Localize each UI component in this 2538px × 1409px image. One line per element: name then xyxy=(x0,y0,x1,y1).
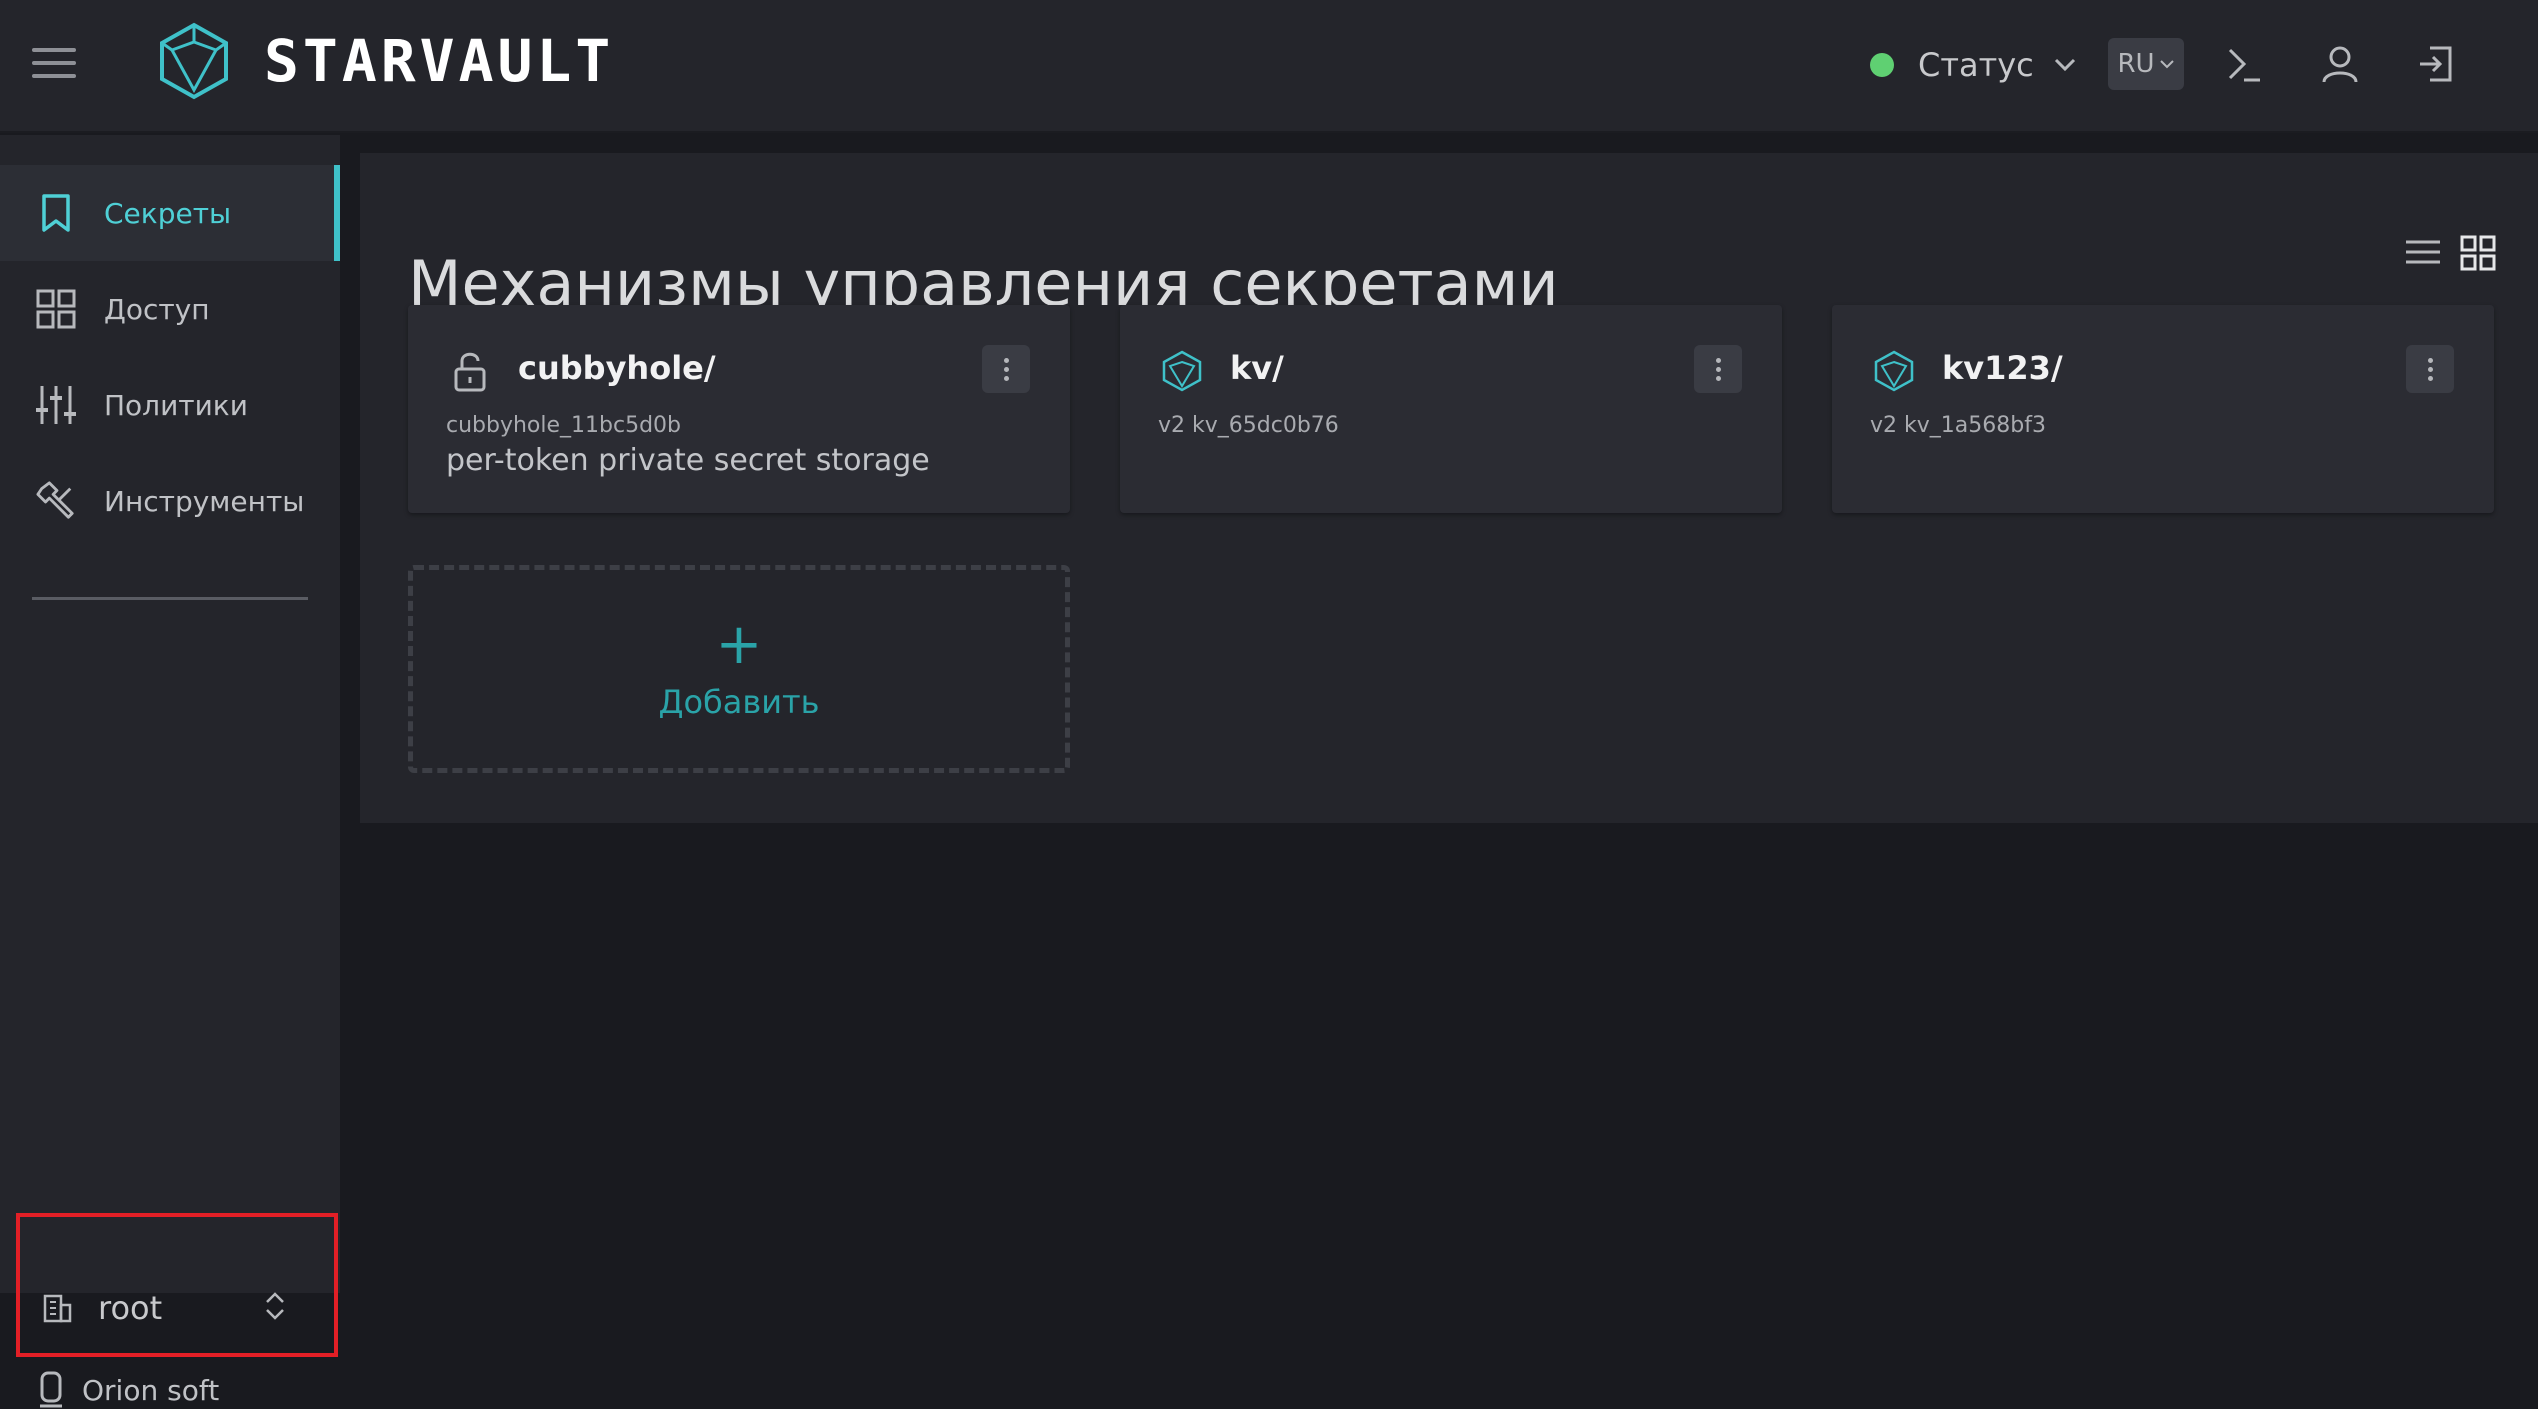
add-engine-button[interactable]: + Добавить xyxy=(408,565,1070,773)
language-label: RU xyxy=(2117,49,2155,79)
top-header: STARVAULT Статус RU xyxy=(0,0,2538,133)
sliders-icon xyxy=(36,385,76,425)
logo[interactable]: STARVAULT xyxy=(158,22,614,100)
language-selector[interactable]: RU xyxy=(2108,38,2184,90)
sidebar-item-label: Инструменты xyxy=(104,484,305,518)
menu-icon[interactable] xyxy=(32,48,76,78)
sidebar-item-tools[interactable]: Инструменты xyxy=(0,453,340,549)
secret-engine-card[interactable]: kv/ v2 kv_65dc0b76 xyxy=(1120,305,1782,513)
sidebar-item-label: Доступ xyxy=(104,292,210,326)
kv-engine-icon xyxy=(1162,350,1202,392)
sidebar-item-label: Секреты xyxy=(104,196,232,230)
org-info: Orion soft xyxy=(36,1371,219,1409)
starvault-logo-icon xyxy=(160,22,228,100)
grid-view-icon[interactable] xyxy=(2460,235,2496,271)
brand-name: STARVAULT xyxy=(264,27,615,95)
org-logo-icon xyxy=(40,1371,62,1408)
user-icon[interactable] xyxy=(2316,40,2364,88)
card-description: per-token private secret storage xyxy=(446,443,930,478)
more-options-icon[interactable] xyxy=(982,345,1030,393)
card-accessor: cubbyhole_11bc5d0b xyxy=(446,413,682,438)
sidebar-item-label: Политики xyxy=(104,388,248,422)
building-icon xyxy=(43,1294,72,1323)
card-title[interactable]: cubbyhole/ xyxy=(518,349,716,387)
status-label: Статус xyxy=(1918,46,2034,84)
terminal-icon[interactable] xyxy=(2220,40,2268,88)
card-accessor: v2 kv_65dc0b76 xyxy=(1158,413,1339,438)
card-title[interactable]: kv123/ xyxy=(1942,349,2063,387)
add-label: Добавить xyxy=(658,683,820,721)
chevron-up-down-icon[interactable] xyxy=(264,1291,286,1321)
namespace-label: root xyxy=(98,1289,163,1327)
tools-icon xyxy=(36,481,76,521)
secret-engine-card[interactable]: cubbyhole/ cubbyhole_11bc5d0b per-token … xyxy=(408,305,1070,513)
kv-engine-icon xyxy=(1874,350,1914,392)
plus-icon: + xyxy=(715,612,763,677)
list-view-icon[interactable] xyxy=(2406,239,2440,265)
card-accessor: v2 kv_1a568bf3 xyxy=(1870,413,2046,438)
card-title[interactable]: kv/ xyxy=(1230,349,1284,387)
status-dropdown[interactable]: Статус xyxy=(1870,42,2076,88)
sidebar-item-policies[interactable]: Политики xyxy=(0,357,340,453)
bookmark-icon xyxy=(36,193,76,233)
status-indicator xyxy=(1870,53,1894,77)
sidebar-item-secrets[interactable]: Секреты xyxy=(0,165,340,261)
org-name: Orion soft xyxy=(82,1373,220,1407)
chevron-down-icon xyxy=(2159,60,2174,69)
secret-engine-card[interactable]: kv123/ v2 kv_1a568bf3 xyxy=(1832,305,2494,513)
more-options-icon[interactable] xyxy=(1694,345,1742,393)
sidebar: Секреты Доступ Политики Инструменты root… xyxy=(0,135,340,1408)
namespace-selector[interactable]: root xyxy=(16,1213,338,1357)
chevron-down-icon xyxy=(2054,58,2075,72)
main-panel: Механизмы управления секретами cubbyhole… xyxy=(360,153,2538,823)
sidebar-item-access[interactable]: Доступ xyxy=(0,261,340,357)
unlock-icon xyxy=(454,352,486,392)
sidebar-divider xyxy=(32,597,308,600)
grid-icon xyxy=(36,289,76,329)
more-options-icon[interactable] xyxy=(2406,345,2454,393)
logout-icon[interactable] xyxy=(2412,40,2460,88)
